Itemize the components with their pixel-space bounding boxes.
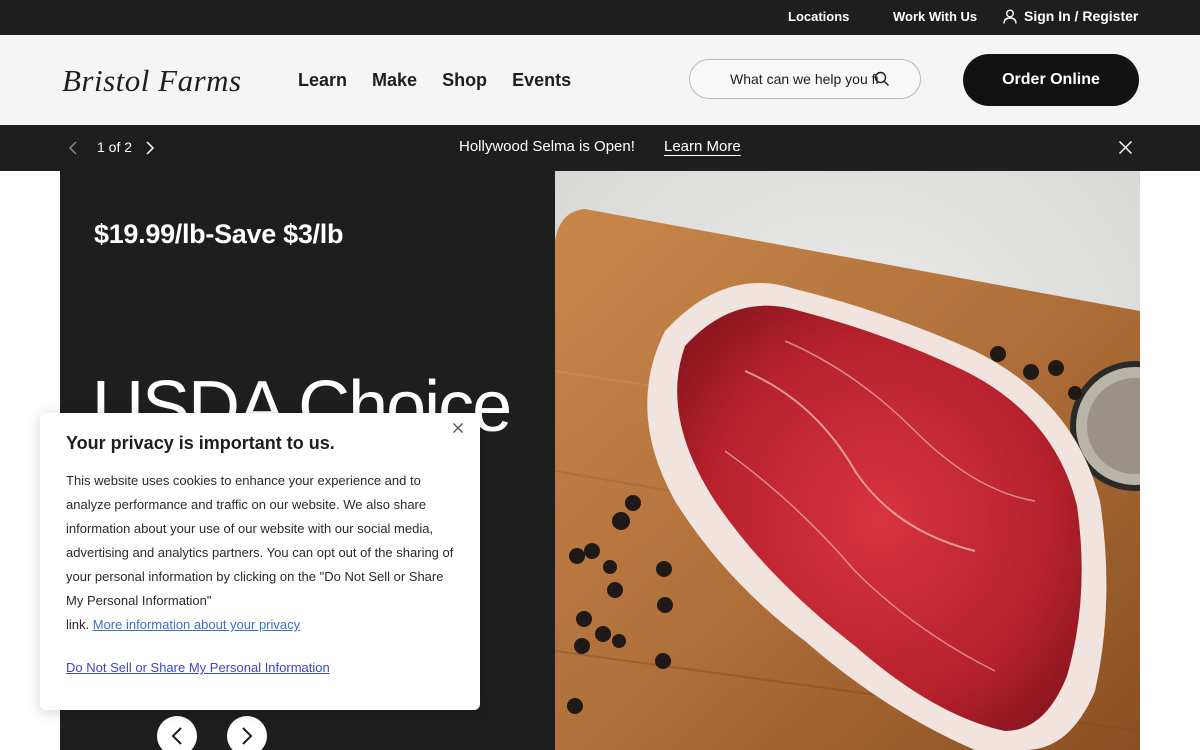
announcement-bar: 1 of 2 Hollywood Selma is Open! Learn Mo…: [0, 125, 1200, 171]
announcement-text: Hollywood Selma is Open!: [459, 138, 635, 155]
hero-next-button[interactable]: [227, 716, 267, 750]
chevron-left-icon[interactable]: [68, 140, 78, 156]
search-box: [689, 59, 921, 99]
bristol-farms-logo[interactable]: Bristol Farms: [62, 63, 242, 99]
utility-bar: Locations Work With Us Sign In / Registe…: [0, 0, 1200, 35]
sign-in-link[interactable]: Sign In / Register: [1003, 8, 1138, 24]
chevron-left-icon: [171, 727, 182, 745]
close-icon[interactable]: [1118, 140, 1133, 155]
user-icon: [1003, 9, 1017, 24]
main-header: Bristol Farms Learn Make Shop Events Ord…: [0, 35, 1200, 125]
privacy-link-prefix: link.: [66, 617, 90, 632]
order-online-button[interactable]: Order Online: [963, 54, 1139, 106]
hero-prev-button[interactable]: [157, 716, 197, 750]
more-info-privacy-link[interactable]: More information about your privacy: [93, 617, 300, 632]
nav-events[interactable]: Events: [512, 70, 571, 91]
search-input[interactable]: [728, 70, 882, 88]
nav-learn[interactable]: Learn: [298, 70, 347, 91]
hero-price: $19.99/lb-Save $3/lb: [94, 219, 344, 249]
privacy-title: Your privacy is important to us.: [66, 433, 335, 453]
nav-make[interactable]: Make: [372, 70, 417, 91]
chevron-right-icon[interactable]: [145, 140, 155, 156]
chevron-right-icon: [242, 727, 253, 745]
locations-link[interactable]: Locations: [788, 9, 849, 24]
privacy-popup: Your privacy is important to us. This we…: [40, 413, 480, 710]
main-nav: Learn Make Shop Events: [298, 70, 596, 91]
announcement-learn-more-link[interactable]: Learn More: [664, 138, 741, 155]
search-icon[interactable]: [874, 71, 890, 87]
sign-in-label: Sign In / Register: [1024, 8, 1139, 24]
announcement-counter: 1 of 2: [97, 139, 133, 155]
nav-shop[interactable]: Shop: [442, 70, 487, 91]
steak-image: [555, 171, 1140, 750]
do-not-sell-link[interactable]: Do Not Sell or Share My Personal Informa…: [66, 660, 330, 675]
privacy-body-text: This website uses cookies to enhance you…: [66, 473, 454, 608]
privacy-body: This website uses cookies to enhance you…: [66, 469, 456, 637]
work-with-us-link[interactable]: Work With Us: [893, 9, 977, 24]
close-icon[interactable]: [452, 422, 464, 434]
